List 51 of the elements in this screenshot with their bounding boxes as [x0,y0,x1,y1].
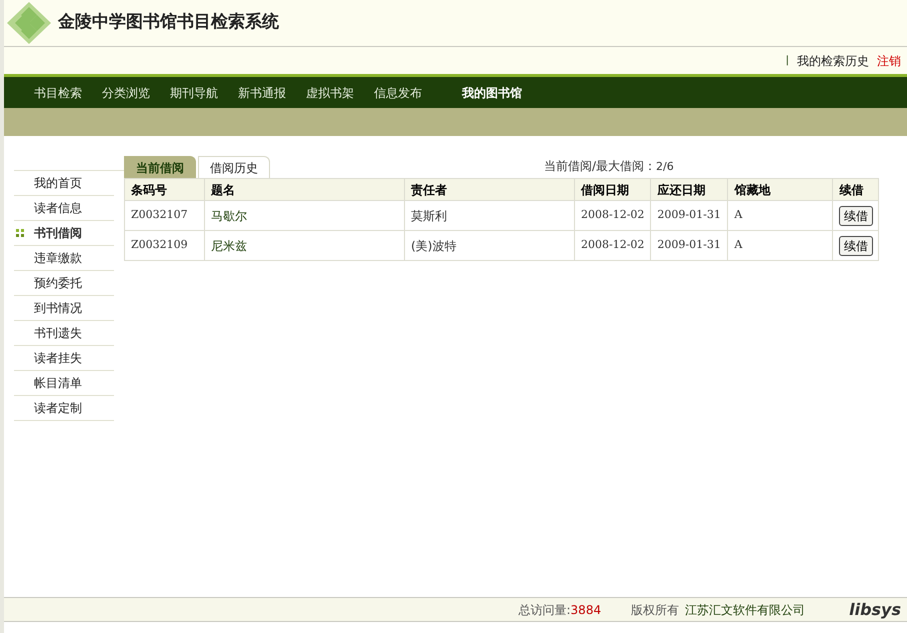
table-cell: 2009-01-31 [650,230,728,260]
table-cell: 2008-12-02 [574,230,651,260]
sidebar-item[interactable]: 违章缴款 [14,246,114,271]
tab[interactable]: 借阅历史 [198,156,270,178]
table-cell: Z0032109 [124,230,204,260]
sidebar-item[interactable]: 书刊遗失 [14,321,114,346]
nav-link[interactable]: 信息发布 [374,84,422,102]
bullet-icon [16,229,24,237]
table-cell: Z0032107 [124,200,204,230]
top-link[interactable]: 我的检索历史 [797,52,869,70]
nav-link[interactable]: 期刊导航 [170,84,218,102]
sidebar-item[interactable]: 读者定制 [14,396,114,421]
column-header: 责任者 [404,178,574,200]
copyright-label: 版权所有 [631,602,680,618]
column-header: 借阅日期 [574,178,651,200]
table-cell: A [728,230,833,260]
brand-logo: libsys [849,598,901,620]
nav-link[interactable]: 书目检索 [34,84,82,102]
column-header: 题名 [204,178,404,200]
nav-link[interactable]: 新书通报 [238,84,286,102]
table-cell: 马歇尔 [204,200,404,230]
top-link[interactable]: 注销 [877,52,901,70]
column-header: 馆藏地 [728,178,833,200]
table-cell: (美)波特 [404,230,574,260]
sidebar-item[interactable]: 帐目清单 [14,371,114,396]
logo-icon [6,1,52,45]
table-cell: 2008-12-02 [574,200,651,230]
renew-button[interactable]: 续借 [838,206,873,226]
nav-link[interactable]: 分类浏览 [102,84,150,102]
table-cell: 莫斯利 [404,200,574,230]
renew-button[interactable]: 续借 [838,236,873,256]
sidebar-item[interactable]: 书刊借阅 [14,221,114,246]
site-title: 金陵中学图书馆书目检索系统 [58,11,279,34]
sidebar-item[interactable]: 到书情况 [14,296,114,321]
table-cell: A [728,200,833,230]
tab[interactable]: 当前借阅 [124,156,196,178]
nav-link[interactable]: 虚拟书架 [306,84,354,102]
divider-mark: | [786,54,789,68]
column-header: 条码号 [124,178,204,200]
table-cell: 2009-01-31 [650,200,728,230]
sidebar-item[interactable]: 我的首页 [14,171,114,196]
loan-count: 当前借阅/最大借阅：2/6 [544,158,674,174]
sidebar-item[interactable]: 读者挂失 [14,346,114,371]
visit-count: 总访问量:3884 [518,602,602,618]
table-cell: 尼米兹 [204,230,404,260]
sidebar-item[interactable]: 读者信息 [14,196,114,221]
column-header: 应还日期 [650,178,728,200]
column-header: 续借 [832,178,879,200]
company-name: 江苏汇文软件有限公司 [685,602,806,618]
nav-link[interactable]: 我的图书馆 [462,84,522,102]
sidebar-item[interactable]: 预约委托 [14,271,114,296]
